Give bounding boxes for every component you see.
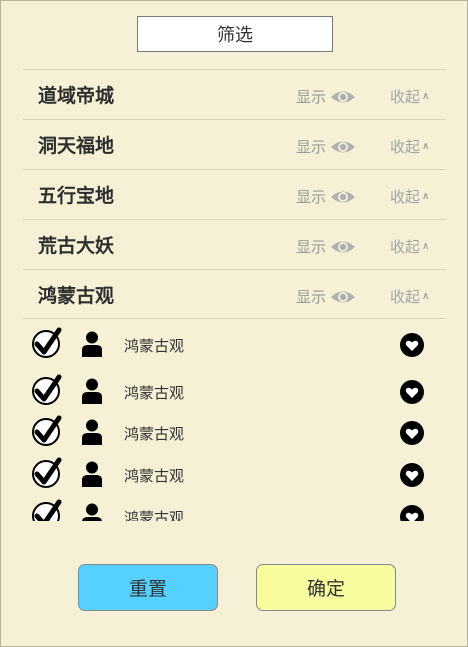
category-name: 鸿蒙古观 — [38, 285, 115, 307]
person-icon — [82, 331, 102, 357]
collapse-toggle[interactable]: 收起 ∧ — [390, 86, 429, 107]
eye-icon — [331, 141, 356, 152]
member-name: 鸿蒙古观 — [124, 384, 185, 402]
filter-panel: 筛选 道域帝城 显示 收起 ∧ 洞天福地 显示 收起 ∧ 五行宝地 显示 收起 … — [0, 0, 468, 647]
caret-up-icon: ∧ — [422, 291, 430, 302]
show-toggle[interactable]: 显示 — [296, 86, 356, 107]
heart-icon[interactable] — [400, 421, 424, 445]
member-name: 鸿蒙古观 — [124, 425, 185, 443]
eye-icon — [331, 241, 356, 252]
category-row: 五行宝地 显示 收起 ∧ — [23, 169, 446, 219]
collapse-toggle[interactable]: 收起 ∧ — [390, 136, 429, 157]
person-icon — [82, 503, 102, 521]
heart-icon[interactable] — [400, 380, 424, 404]
eye-icon — [331, 191, 356, 202]
category-name: 荒古大妖 — [38, 235, 115, 257]
heart-icon[interactable] — [400, 333, 424, 357]
member-name: 鸿蒙古观 — [124, 467, 185, 485]
category-row: 道域帝城 显示 收起 ∧ — [23, 69, 446, 119]
show-toggle[interactable]: 显示 — [296, 136, 356, 157]
collapse-toggle[interactable]: 收起 ∧ — [390, 286, 429, 307]
checkmark-circle-icon[interactable] — [31, 499, 63, 521]
list-item[interactable]: 鸿蒙古观 — [23, 323, 446, 359]
category-row: 荒古大妖 显示 收起 ∧ — [23, 219, 446, 269]
list-item[interactable]: 鸿蒙古观 — [23, 370, 446, 406]
eye-icon — [331, 291, 356, 302]
member-name: 鸿蒙古观 — [124, 509, 185, 521]
list-item[interactable]: 鸿蒙古观 — [23, 453, 446, 489]
collapse-toggle[interactable]: 收起 ∧ — [390, 236, 429, 257]
checkmark-circle-icon[interactable] — [31, 457, 63, 489]
show-label: 显示 — [296, 88, 327, 106]
checkmark-circle-icon[interactable] — [31, 415, 63, 447]
dialog-title-text: 筛选 — [217, 25, 253, 46]
person-icon — [82, 378, 102, 404]
collapse-toggle[interactable]: 收起 ∧ — [390, 186, 429, 207]
category-name: 道域帝城 — [38, 85, 115, 107]
checkmark-circle-icon[interactable] — [31, 374, 63, 406]
checkmark-circle-icon[interactable] — [31, 327, 63, 359]
list-item[interactable]: 鸿蒙古观 — [23, 495, 446, 521]
collapse-label: 收起 — [390, 288, 421, 306]
member-name: 鸿蒙古观 — [124, 337, 185, 355]
category-row: 洞天福地 显示 收起 ∧ — [23, 119, 446, 169]
dialog-title: 筛选 — [137, 16, 333, 52]
collapse-label: 收起 — [390, 138, 421, 156]
caret-up-icon: ∧ — [422, 141, 430, 152]
member-list[interactable]: 鸿蒙古观 鸿蒙古观 鸿蒙古观 鸿蒙古观 鸿蒙古观 — [23, 323, 446, 521]
confirm-button[interactable]: 确定 — [256, 564, 396, 611]
caret-up-icon: ∧ — [422, 91, 430, 102]
category-name: 五行宝地 — [38, 185, 115, 207]
show-toggle[interactable]: 显示 — [296, 286, 356, 307]
show-label: 显示 — [296, 238, 327, 256]
collapse-label: 收起 — [390, 88, 421, 106]
category-name: 洞天福地 — [38, 135, 115, 157]
show-toggle[interactable]: 显示 — [296, 236, 356, 257]
caret-up-icon: ∧ — [422, 241, 430, 252]
show-label: 显示 — [296, 288, 327, 306]
person-icon — [82, 419, 102, 445]
divider — [23, 318, 446, 319]
eye-icon — [331, 91, 356, 102]
show-label: 显示 — [296, 138, 327, 156]
list-item[interactable]: 鸿蒙古观 — [23, 411, 446, 447]
heart-icon[interactable] — [400, 463, 424, 487]
show-toggle[interactable]: 显示 — [296, 186, 356, 207]
caret-up-icon: ∧ — [422, 191, 430, 202]
heart-icon[interactable] — [400, 505, 424, 521]
reset-button[interactable]: 重置 — [78, 564, 218, 611]
category-list: 道域帝城 显示 收起 ∧ 洞天福地 显示 收起 ∧ 五行宝地 显示 收起 ∧ 荒… — [23, 69, 446, 319]
person-icon — [82, 461, 102, 487]
category-row: 鸿蒙古观 显示 收起 ∧ — [23, 269, 446, 319]
collapse-label: 收起 — [390, 188, 421, 206]
show-label: 显示 — [296, 188, 327, 206]
collapse-label: 收起 — [390, 238, 421, 256]
